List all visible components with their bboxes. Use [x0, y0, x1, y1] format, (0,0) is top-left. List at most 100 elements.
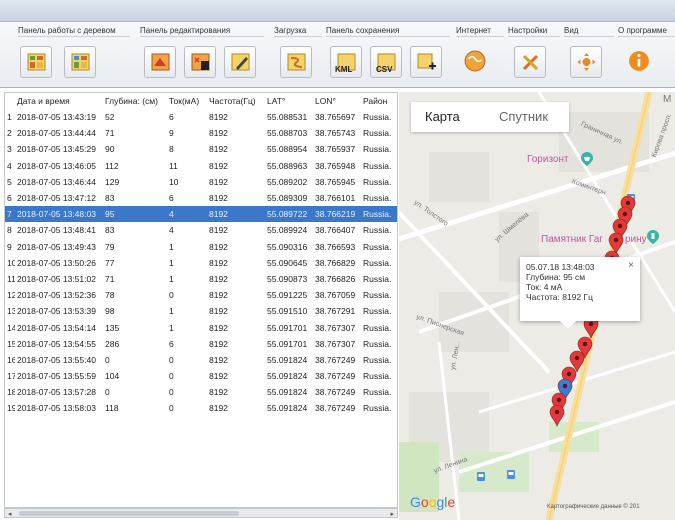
- col-region-cell: Russia.: [363, 273, 392, 284]
- col-lat-cell: 55.091225: [267, 290, 308, 301]
- route-load-icon: [287, 53, 306, 71]
- col-current-cell: 4: [169, 225, 174, 236]
- map-view[interactable]: Карта Спутник М Горизонт Памятник Гаг ри…: [399, 92, 675, 520]
- tree-panel-group: Панель работы с деревом: [18, 26, 130, 86]
- col-index-header[interactable]: [5, 93, 15, 109]
- tree-open-button[interactable]: [20, 46, 52, 78]
- internet-button[interactable]: [460, 46, 492, 78]
- col-lon-cell: 38.767307: [315, 322, 356, 333]
- table-row[interactable]: 6 2018-07-05 13:47:12 83 6 8192 55.089309 38.7…: [5, 190, 397, 206]
- col-frequency-header[interactable]: Частота(Гц): [207, 93, 265, 109]
- col-current-cell: 6: [169, 193, 174, 204]
- settings-button[interactable]: [514, 46, 546, 78]
- load-button[interactable]: [280, 46, 312, 78]
- col-region-header[interactable]: Район: [361, 93, 397, 109]
- col-frequency-cell: 8192: [209, 322, 228, 333]
- table-row[interactable]: 1 2018-07-05 13:43:19 52 6 8192 55.088531 38.7…: [5, 109, 397, 125]
- info-close-icon[interactable]: ×: [628, 261, 634, 271]
- table-row[interactable]: 4 2018-07-05 13:46:05 112 11 8192 55.088963 38…: [5, 158, 397, 174]
- table-row[interactable]: 132018-07-05 13:53:39 98 1 8192 55.091510 38.…: [5, 303, 397, 319]
- col-index-cell: 4: [7, 160, 12, 171]
- col-datetime-cell: 2018-07-05 13:52:36: [17, 290, 96, 301]
- col-lat-cell: 55.088703: [267, 128, 308, 139]
- globe-icon: [464, 50, 486, 72]
- col-frequency-cell: 8192: [209, 193, 228, 204]
- col-depth-cell: 98: [105, 306, 115, 317]
- col-datetime-header[interactable]: Дата и время: [15, 93, 103, 109]
- table-row[interactable]: 142018-07-05 13:54:14 135 1 8192 55.091701 38…: [5, 319, 397, 335]
- col-region-cell: Russia.: [363, 290, 392, 301]
- col-index-cell: 9: [7, 241, 12, 252]
- col-lon-cell: 38.765937: [315, 144, 356, 155]
- table-row[interactable]: 182018-07-05 13:57:28 0 0 8192 55.091824 38.7…: [5, 384, 397, 400]
- col-current-cell: 6: [169, 112, 174, 123]
- col-depth-cell: 79: [105, 241, 115, 252]
- table-row[interactable]: 122018-07-05 13:52:36 78 0 8192 55.091225 38.…: [5, 287, 397, 303]
- col-lon-header[interactable]: LON°: [313, 93, 361, 109]
- col-lat-header[interactable]: LAT°: [265, 93, 313, 109]
- about-group: О программе: [618, 26, 675, 86]
- save-panel-label: Панель сохранения: [326, 26, 400, 35]
- scroll-left-icon[interactable]: ◂: [8, 510, 12, 518]
- pencil-map-icon: [231, 53, 250, 71]
- table-row[interactable]: 5 2018-07-05 13:46:44 129 10 8192 55.089202 38…: [5, 174, 397, 190]
- col-current-cell: 1: [169, 241, 174, 252]
- col-datetime-cell: 2018-07-05 13:54:55: [17, 338, 96, 349]
- table-row[interactable]: 192018-07-05 13:58:03 118 0 8192 55.091824 38…: [5, 400, 397, 416]
- google-logo: Google: [410, 494, 456, 510]
- col-datetime-cell: 2018-07-05 13:51:02: [17, 273, 96, 284]
- tree-add-button[interactable]: [64, 46, 96, 78]
- delete-point-button[interactable]: [184, 46, 216, 78]
- col-lon-cell: 38.766829: [315, 257, 356, 268]
- info-icon: [629, 51, 649, 71]
- col-lon-cell: 38.765743: [315, 128, 356, 139]
- col-frequency-cell: 8192: [209, 371, 228, 382]
- col-lat-cell: 55.089202: [267, 176, 308, 187]
- about-button[interactable]: [624, 46, 656, 78]
- table-row[interactable]: 8 2018-07-05 13:48:41 83 4 8192 55.089924 38.7…: [5, 222, 397, 238]
- col-lon-cell: 38.767291: [315, 306, 356, 317]
- table-row[interactable]: 3 2018-07-05 13:45:29 90 8 8192 55.088954 38.7…: [5, 141, 397, 157]
- col-lat-cell: 55.088954: [267, 144, 308, 155]
- map-marker-icon[interactable]: [549, 404, 565, 427]
- load-group: Загрузка: [274, 26, 322, 86]
- col-depth-cell: 0: [105, 387, 110, 398]
- col-frequency-cell: 8192: [209, 128, 228, 139]
- col-lon-cell: 38.765697: [315, 112, 356, 123]
- export-csv-button[interactable]: CSV: [370, 46, 402, 78]
- export-kml-button[interactable]: KML: [330, 46, 362, 78]
- col-index-cell: 3: [7, 144, 12, 155]
- save-add-button[interactable]: [410, 46, 442, 78]
- edit-map-button[interactable]: [144, 46, 176, 78]
- col-depth-cell: 112: [105, 160, 119, 171]
- col-depth-header[interactable]: Глубина: (см): [103, 93, 167, 109]
- col-index-cell: 19: [7, 403, 15, 414]
- marker-info-window: × 05.07.18 13:48:03 Глубина: 95 см Ток: …: [520, 257, 640, 329]
- col-index-cell: 14: [7, 322, 15, 333]
- table-row[interactable]: 162018-07-05 13:55:40 0 0 8192 55.091824 38.7…: [5, 352, 397, 368]
- table-row[interactable]: 2 2018-07-05 13:44:44 71 9 8192 55.088703 38.7…: [5, 125, 397, 141]
- view-button[interactable]: [570, 46, 602, 78]
- scroll-thumb[interactable]: [19, 511, 239, 516]
- view-group: Вид: [564, 26, 614, 86]
- col-datetime-cell: 2018-07-05 13:47:12: [17, 193, 96, 204]
- col-depth-cell: 286: [105, 338, 120, 349]
- table-row[interactable]: 7 2018-07-05 13:48:03 95 4 8192 55.089722 38.7…: [5, 206, 397, 223]
- col-current-header[interactable]: Ток(мА): [167, 93, 207, 109]
- col-lat-cell: 55.091510: [267, 306, 308, 317]
- col-frequency-cell: 8192: [209, 176, 228, 187]
- info-current: Ток: 4 мА: [526, 282, 563, 292]
- col-datetime-cell: 2018-07-05 13:49:43: [17, 241, 96, 252]
- table-row[interactable]: 11 2018-07-05 13:51:02 71 1 8192 55.090873 38.…: [5, 271, 397, 287]
- edit-point-button[interactable]: [224, 46, 256, 78]
- table-row[interactable]: 172018-07-05 13:55:59 104 0 8192 55.091824 38…: [5, 368, 397, 384]
- col-index-cell: 1: [7, 112, 12, 123]
- col-depth-cell: 83: [105, 193, 115, 204]
- col-depth-cell: 83: [105, 225, 115, 236]
- scroll-right-icon[interactable]: ▸: [390, 510, 394, 518]
- table-horizontal-scrollbar[interactable]: ◂ ▸: [4, 508, 398, 518]
- table-row[interactable]: 9 2018-07-05 13:49:43 79 1 8192 55.090316 38.7…: [5, 239, 397, 255]
- tree-table-icon: [27, 53, 46, 71]
- table-row[interactable]: 152018-07-05 13:54:55 286 6 8192 55.091701 38…: [5, 336, 397, 352]
- table-row[interactable]: 102018-07-05 13:50:26 77 1 8192 55.090645 38.…: [5, 255, 397, 271]
